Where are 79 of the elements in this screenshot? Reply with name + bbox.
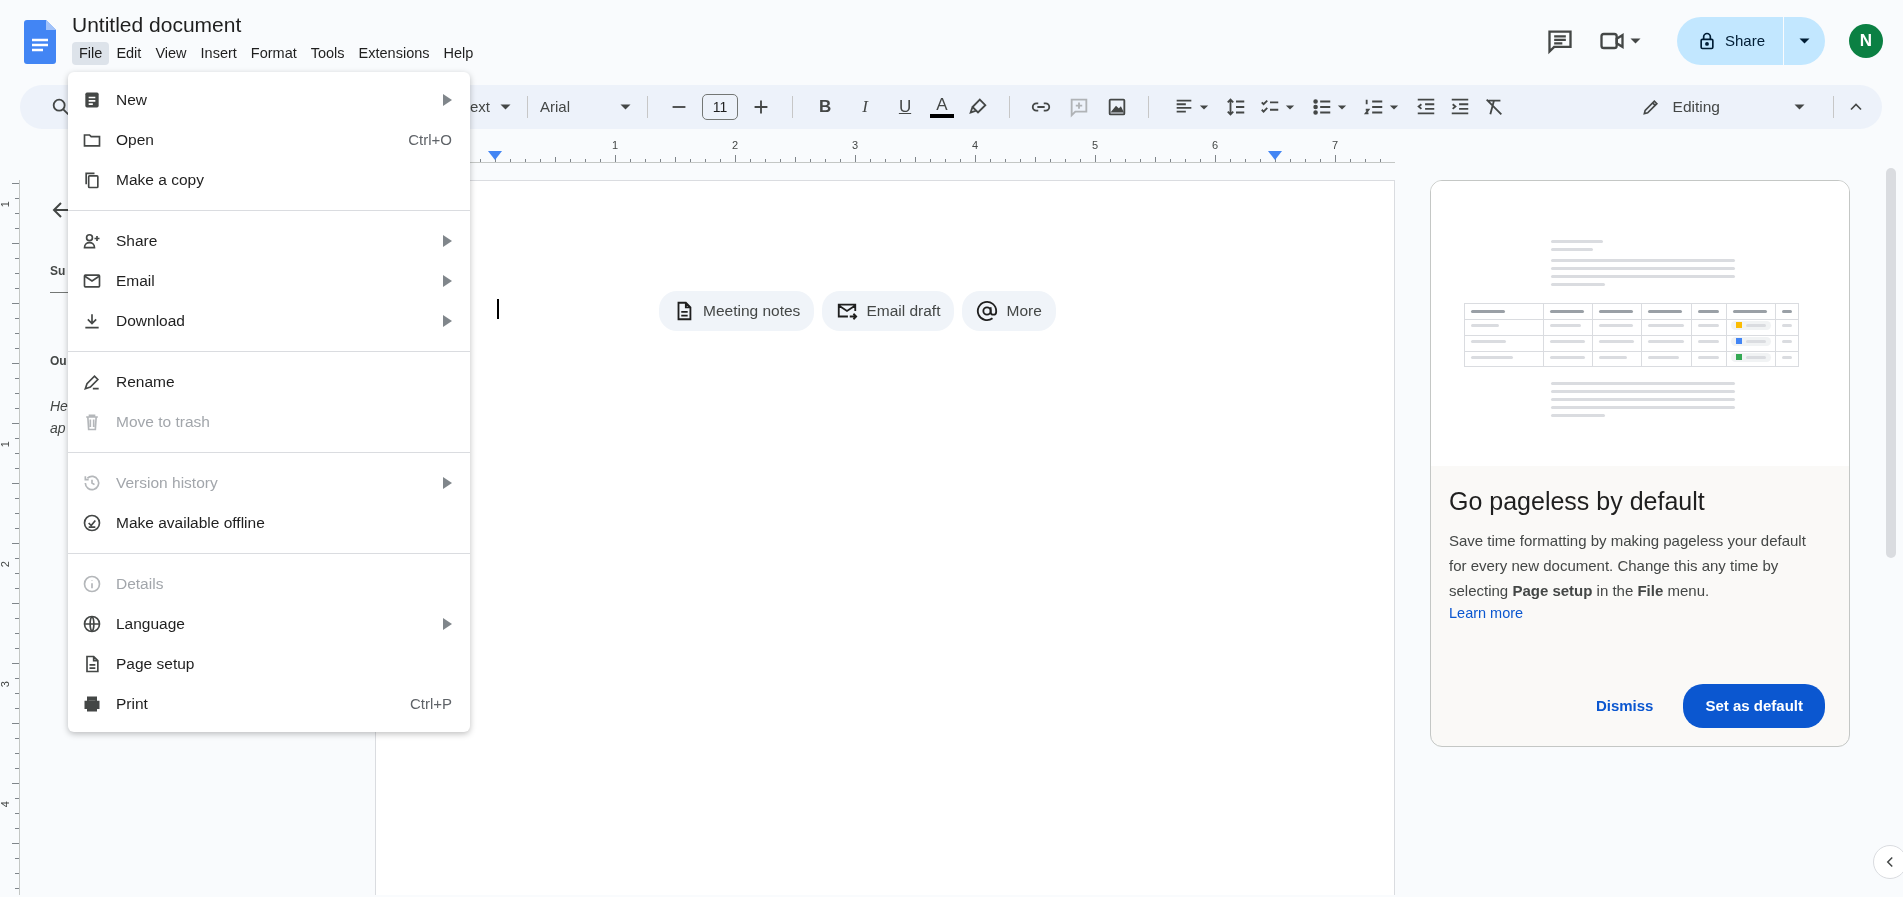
bold-button[interactable]: B: [810, 94, 840, 120]
sidebar-text: Su: [50, 263, 66, 280]
caret-icon[interactable]: [1199, 104, 1209, 110]
font-size-field[interactable]: 11: [702, 94, 738, 120]
shortcut-text: Ctrl+P: [409, 693, 452, 714]
history-icon: [82, 473, 102, 493]
template-chip[interactable]: Meeting notes: [659, 291, 815, 331]
set-default-button[interactable]: Set as default: [1683, 684, 1825, 728]
side-panel-toggle-button[interactable]: [1873, 845, 1903, 879]
globe-icon: [82, 614, 102, 634]
caret-icon[interactable]: [620, 104, 631, 110]
caret-icon[interactable]: [1337, 104, 1347, 110]
text-cursor: [497, 299, 499, 319]
clear-formatting-icon[interactable]: [1483, 96, 1505, 118]
printer-icon: [82, 694, 102, 714]
card-description: Save time formatting by making pageless your default for every new document. Change this any time by selecting Page setup in the File menu.: [1449, 531, 1807, 601]
template-chip[interactable]: More: [962, 291, 1056, 331]
menu-item[interactable]: Tools: [303, 42, 352, 65]
menu-item[interactable]: Edit: [109, 42, 149, 65]
menu-item[interactable]: Format: [243, 42, 304, 65]
mail-icon: [82, 271, 102, 291]
caret-icon: [1799, 38, 1810, 44]
menu-item[interactable]: Insert: [193, 42, 244, 65]
rename-icon: [82, 372, 102, 392]
font-dropdown[interactable]: Arial: [540, 95, 616, 119]
card-title: Go pageless by default: [1449, 486, 1706, 516]
style-dropdown[interactable]: ext: [470, 95, 490, 119]
caret-icon[interactable]: [1629, 38, 1641, 44]
indent-marker-icon[interactable]: [1268, 151, 1282, 161]
template-chip[interactable]: Email draft: [822, 291, 955, 331]
ruler-number: 4: [972, 138, 979, 153]
ruler-number: 2: [0, 561, 12, 568]
download-icon: [82, 311, 102, 331]
dismiss-button[interactable]: Dismiss: [1581, 686, 1668, 726]
learn-more-link[interactable]: Learn more: [1449, 603, 1849, 625]
menu-item[interactable]: View: [148, 42, 194, 65]
caret-icon[interactable]: [500, 104, 511, 110]
ruler-number: 1: [0, 201, 12, 208]
document-icon: [82, 90, 102, 110]
ruler-number: 1: [612, 138, 619, 153]
bulleted-list-icon[interactable]: [1311, 96, 1333, 118]
ruler-number: 1: [0, 441, 12, 448]
menu-item[interactable]: Help: [436, 42, 481, 65]
ruler-number: 7: [1332, 138, 1339, 153]
caret-icon[interactable]: [1285, 104, 1295, 110]
ruler-number: 3: [852, 138, 859, 153]
document-title[interactable]: Untitled document: [72, 12, 481, 38]
italic-button[interactable]: I: [850, 94, 880, 120]
ruler-number: 5: [1092, 138, 1099, 153]
ruler-number: 2: [732, 138, 739, 153]
account-avatar[interactable]: N: [1849, 24, 1883, 58]
copy-icon: [82, 170, 102, 190]
docs-logo-icon[interactable]: [24, 20, 56, 64]
sidebar-text: Ou: [50, 353, 67, 370]
text-color-button[interactable]: A: [930, 96, 954, 118]
ruler-number: 6: [1212, 138, 1219, 153]
underline-button[interactable]: U: [890, 94, 920, 120]
menu-item[interactable]: New: [68, 80, 470, 120]
at-sign-icon: [976, 300, 999, 322]
sidebar-text: ap: [50, 419, 66, 438]
editing-mode-dropdown[interactable]: Editing: [1672, 95, 1720, 119]
share-button[interactable]: Share: [1676, 17, 1783, 65]
offline-icon: [82, 513, 102, 533]
pencil-icon[interactable]: [1640, 97, 1661, 117]
shortcut-text: Ctrl+O: [408, 129, 452, 150]
caret-icon[interactable]: [1794, 104, 1805, 110]
indent-marker-icon[interactable]: [488, 151, 502, 161]
caret-icon[interactable]: [1389, 104, 1399, 110]
ruler-number: 3: [0, 681, 12, 688]
menu-item[interactable]: Extensions: [351, 42, 437, 65]
menu-item[interactable]: Open Ctrl+O: [68, 120, 470, 160]
menu-item[interactable]: File: [72, 42, 110, 65]
info-icon: [82, 574, 102, 594]
add-person-icon: [82, 231, 102, 251]
line-spacing-icon[interactable]: [1225, 96, 1247, 118]
sidebar-text: He: [50, 397, 68, 416]
ruler-number: 4: [0, 801, 12, 808]
image-icon[interactable]: [1106, 96, 1128, 118]
scrollbar[interactable]: [1886, 168, 1896, 558]
